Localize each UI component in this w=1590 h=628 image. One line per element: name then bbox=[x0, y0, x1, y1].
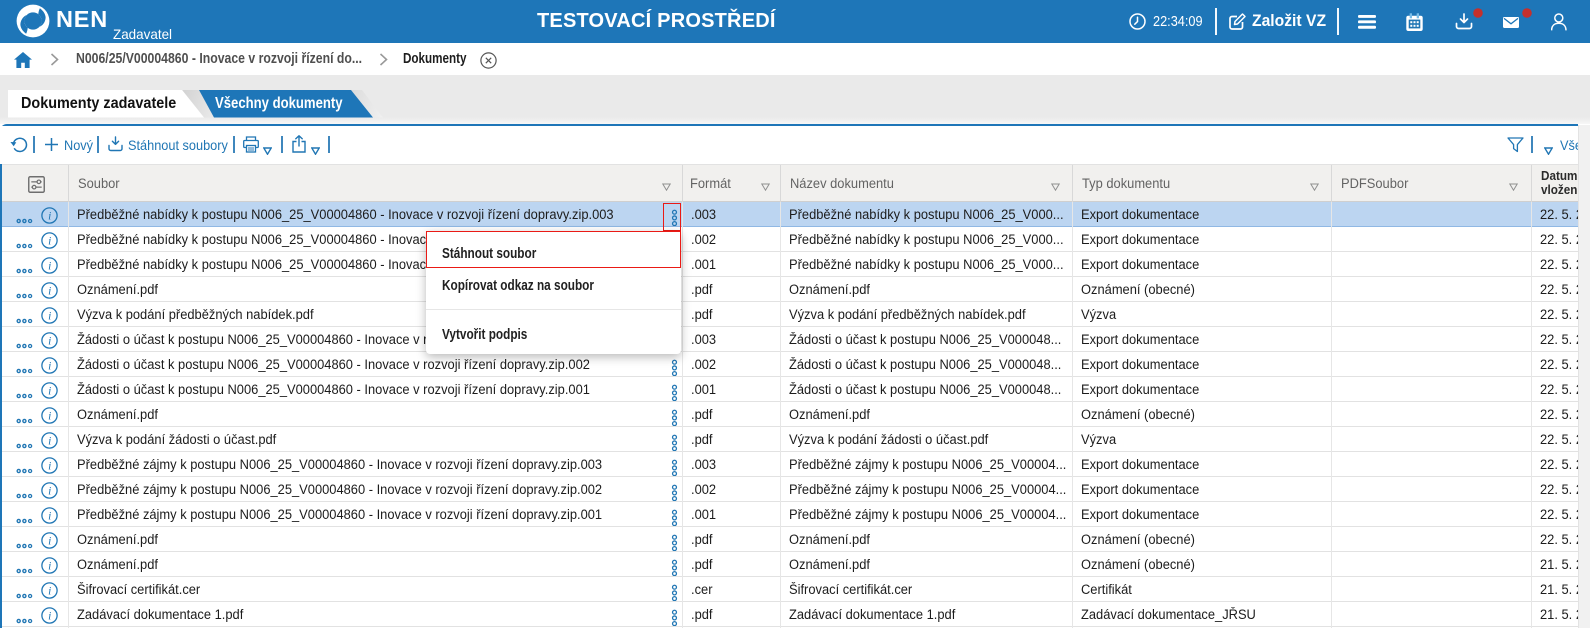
svg-text:i: i bbox=[48, 235, 51, 247]
svg-text:i: i bbox=[48, 610, 51, 622]
svg-text:i: i bbox=[48, 460, 51, 472]
svg-text:i: i bbox=[48, 360, 51, 372]
svg-text:i: i bbox=[48, 585, 51, 597]
svg-text:i: i bbox=[48, 535, 51, 547]
svg-text:i: i bbox=[48, 385, 51, 397]
svg-text:i: i bbox=[48, 510, 51, 522]
svg-text:i: i bbox=[48, 335, 51, 347]
svg-text:i: i bbox=[48, 435, 51, 447]
svg-text:i: i bbox=[48, 560, 51, 572]
svg-text:i: i bbox=[48, 410, 51, 422]
svg-text:i: i bbox=[48, 210, 51, 222]
svg-text:i: i bbox=[48, 285, 51, 297]
svg-text:i: i bbox=[48, 260, 51, 272]
svg-text:i: i bbox=[48, 485, 51, 497]
svg-text:i: i bbox=[48, 310, 51, 322]
